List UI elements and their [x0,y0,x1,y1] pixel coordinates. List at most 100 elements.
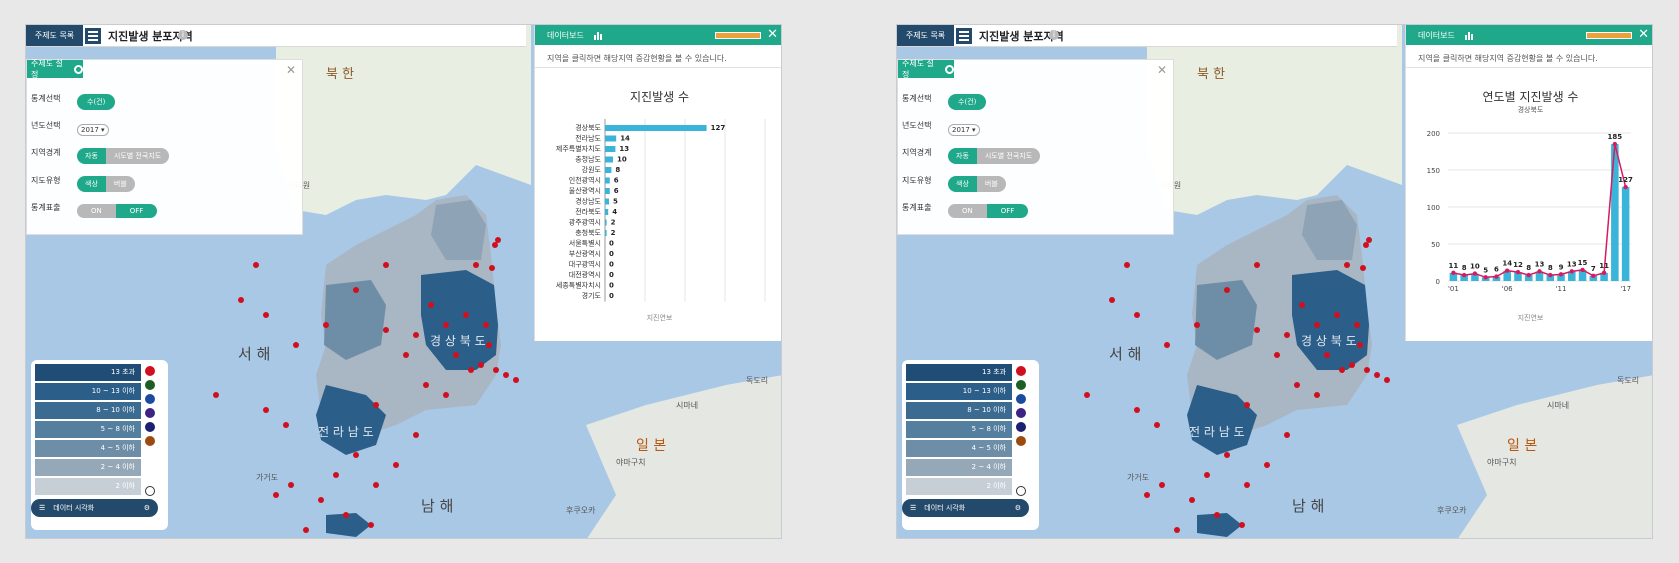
legend-item[interactable]: 10 ~ 13 이하 [35,383,141,400]
legend-item[interactable]: 10 ~ 13 이하 [906,383,1012,400]
value-label: 15 [1578,259,1588,267]
map-type-bubble-button[interactable]: 버블 [976,176,1006,192]
color-swatch-green[interactable] [145,380,155,390]
color-swatch-brown[interactable] [145,436,155,446]
toggle-on-button[interactable]: ON [77,204,116,218]
value-label: 5 [1483,266,1488,274]
legend-item[interactable]: 2 이하 [906,478,1012,495]
color-swatch-navy[interactable] [145,422,155,432]
boundary-auto-button[interactable]: 자동 [948,148,977,164]
value-label: 8 [1548,264,1553,272]
category-label: 서울특별시 [569,239,601,248]
bar [605,156,613,163]
map-panel-left[interactable]: 북 한 서 해 남 해 일 본 독도리 시마네 야마구치 후쿠오카 가거도 사리… [25,24,782,539]
legend-item[interactable]: 13 초과 [35,364,141,381]
point [1505,268,1510,273]
value-label: 13 [1535,260,1545,268]
reset-icon[interactable] [1016,486,1026,496]
dashboard-panel: 데이터보드 ✕ 지역을 클릭하면 해당지역 증감현황을 볼 수 있습니다. 지진… [534,25,781,341]
legend-item[interactable]: 2 이하 [35,478,141,495]
region-boundary-label: 지역경계 [31,148,61,157]
point [1623,184,1628,190]
legend-item[interactable]: 2 ~ 4 이하 [906,459,1012,476]
close-icon[interactable]: ✕ [1157,63,1167,77]
reset-icon[interactable] [145,486,155,496]
value-label: 0 [609,282,614,290]
dashboard-progress-bar [1586,32,1632,39]
category-label: 전라북도 [575,207,601,216]
color-swatch-purple[interactable] [1016,408,1026,418]
divider [535,67,781,68]
map-panel-right[interactable]: 북 한 서 해 남 해 일 본 독도리 시마네 야마구치 후쿠오카 가거도 사리… [896,24,1653,539]
category-label: 광주광역시 [569,218,601,227]
close-icon[interactable]: ✕ [767,27,778,42]
info-icon[interactable]: i [178,30,188,40]
info-icon[interactable]: i [1049,30,1059,40]
gear-icon[interactable]: ⚙ [1015,504,1021,512]
gear-icon[interactable]: ⚙ [144,504,150,512]
toggle-off-button[interactable]: OFF [115,204,158,218]
stat-select-button[interactable]: 수(건) [77,94,116,110]
color-swatch-red[interactable] [1016,366,1026,376]
settings-header[interactable]: 주제도 설정 [27,59,83,79]
category-label: 울산광역시 [569,186,601,195]
legend-item[interactable]: 2 ~ 4 이하 [35,459,141,476]
color-swatch-green[interactable] [1016,380,1026,390]
value-label: 7 [1591,265,1596,273]
color-swatch-purple[interactable] [145,408,155,418]
value-label: 8 [615,166,620,174]
year-select[interactable]: 2017 ▾ [948,124,980,136]
map-type-color-button[interactable]: 색상 [948,176,977,192]
value-label: 4 [612,208,617,216]
theme-list-button[interactable]: 주제도 목록 [26,25,83,46]
map-type-bubble-button[interactable]: 버블 [105,176,135,192]
legend-item[interactable]: 5 ~ 8 이하 [906,421,1012,438]
boundary-sido-button[interactable]: 시도별 전국지도 [105,148,170,164]
menu-icon[interactable] [85,28,101,44]
close-icon[interactable]: ✕ [1638,27,1649,42]
point [1494,274,1499,279]
dashboard-panel: 데이터보드 ✕ 지역을 클릭하면 해당지역 증감현황을 볼 수 있습니다. 연도… [1405,25,1652,341]
color-swatch-blue-checked[interactable] [145,394,155,404]
x-tick-label: '17 [1620,285,1631,293]
value-label: 127 [1618,176,1633,184]
toggle-off-button[interactable]: OFF [986,204,1029,218]
data-visualization-button[interactable]: ☰ 데이터 시각화 ⚙ [902,499,1029,517]
settings-header[interactable]: 주제도 설정 [898,59,954,79]
y-tick-label: 0 [1436,278,1440,286]
map-type-color-button[interactable]: 색상 [77,176,106,192]
legend-item[interactable]: 5 ~ 8 이하 [35,421,141,438]
year-select[interactable]: 2017 ▾ [77,124,109,136]
legend-item[interactable]: 8 ~ 10 이하 [906,402,1012,419]
point [1515,269,1521,275]
close-icon[interactable]: ✕ [286,63,296,77]
stat-select-button[interactable]: 수(건) [948,94,987,110]
value-label: 11 [1599,262,1609,270]
bar [605,146,616,152]
legend-item[interactable]: 8 ~ 10 이하 [35,402,141,419]
map-type-label: 지도유형 [31,176,61,185]
color-swatch-blue-checked[interactable] [1016,394,1026,404]
chart-source-label: 지진연보 [1517,314,1544,322]
gear-icon[interactable] [74,64,83,74]
legend-item[interactable]: 4 ~ 5 이하 [35,440,141,457]
menu-icon[interactable] [956,28,972,44]
color-swatch-brown[interactable] [1016,436,1026,446]
chart-source-label: 지진연보 [646,314,673,322]
gear-icon[interactable] [945,64,954,74]
toggle-on-button[interactable]: ON [948,204,987,218]
legend-item[interactable]: 4 ~ 5 이하 [906,440,1012,457]
bar-chart-icon [1465,32,1473,40]
color-swatch-red[interactable] [145,366,155,376]
value-label: 12 [1513,261,1523,269]
color-swatch-navy[interactable] [1016,422,1026,432]
yearly-combo-chart: 05010015020011 8 10 5 614 12 8 13 8 9 13 157 1118512… [1427,130,1633,293]
boundary-auto-button[interactable]: 자동 [77,148,106,164]
theme-list-button[interactable]: 주제도 목록 [897,25,954,46]
legend-item[interactable]: 13 초과 [906,364,1012,381]
data-visualization-button[interactable]: ☰ 데이터 시각화 ⚙ [31,499,158,517]
point [1526,272,1531,278]
boundary-sido-button[interactable]: 시도별 전국지도 [976,148,1041,164]
settings-panel: 주제도 설정 ✕ 통계선택 수(건) 년도선택 2017 ▾ 지역경계 자동 시도… [897,59,1174,235]
value-label: 0 [609,261,614,269]
